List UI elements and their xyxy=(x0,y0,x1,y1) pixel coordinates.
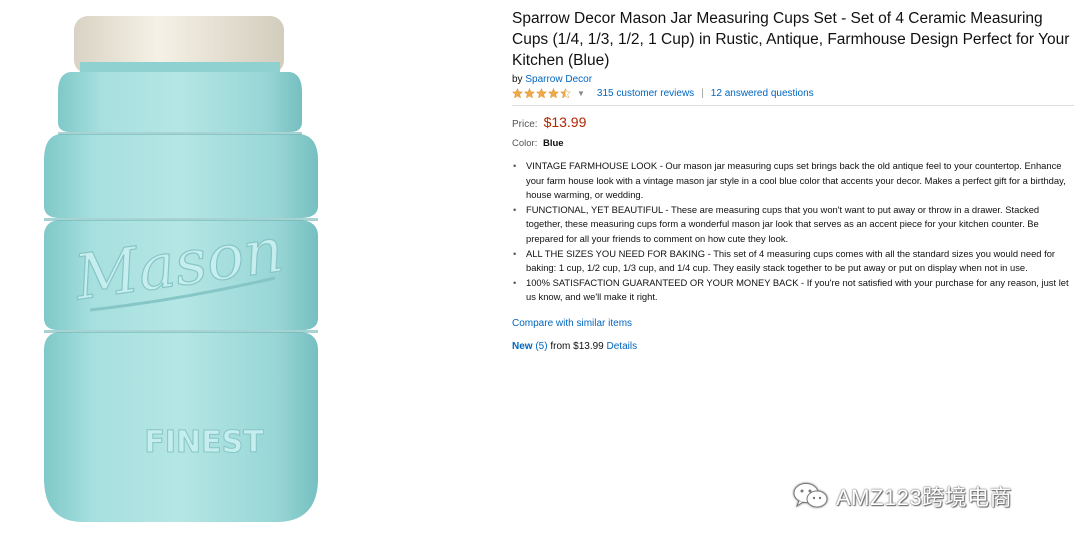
star-full-icon xyxy=(548,88,559,99)
product-details: Sparrow Decor Mason Jar Measuring Cups S… xyxy=(512,8,1074,352)
star-half-icon xyxy=(560,88,571,99)
price-row: Price: $13.99 xyxy=(512,114,1072,130)
new-offers-row: New (5) from $13.99 Details xyxy=(512,341,1072,352)
watermark-text: AMZ123跨境电商 xyxy=(836,485,1013,510)
customer-reviews-link[interactable]: 315 customer reviews xyxy=(597,88,694,99)
feature-bullets: • VINTAGE FARMHOUSE LOOK - Our mason jar … xyxy=(512,159,1072,305)
new-offers-link[interactable]: New xyxy=(512,341,533,352)
byline: by Sparrow Decor xyxy=(512,74,1072,85)
answered-questions-link[interactable]: 12 answered questions xyxy=(711,88,814,99)
star-rating[interactable] xyxy=(512,88,571,99)
watermark: AMZ123跨境电商 xyxy=(792,480,1012,512)
compare-row: Compare with similar items xyxy=(512,318,1072,329)
mason-jar-illustration: Mason FINEST xyxy=(44,16,318,522)
feature-bullet: • VINTAGE FARMHOUSE LOOK - Our mason jar … xyxy=(513,160,1066,201)
star-full-icon xyxy=(524,88,535,99)
color-row: Color: Blue xyxy=(512,138,1072,149)
new-offers-from: from $13.99 xyxy=(550,340,604,352)
compare-similar-link[interactable]: Compare with similar items xyxy=(512,318,632,329)
feature-bullet: • FUNCTIONAL, YET BEAUTIFUL - These are m… xyxy=(513,203,1040,244)
price-value: $13.99 xyxy=(543,114,587,130)
chevron-down-icon[interactable]: ▼ xyxy=(577,89,585,98)
wechat-icon xyxy=(793,483,828,508)
feature-bullet: • ALL THE SIZES YOU NEED FOR BAKING - Thi… xyxy=(513,247,1056,274)
star-full-icon xyxy=(512,88,523,99)
separator: | xyxy=(701,88,704,99)
rating-row: ▼ 315 customer reviews | 12 answered que… xyxy=(512,88,1072,99)
by-label: by xyxy=(512,74,523,85)
divider xyxy=(512,105,1074,106)
details-link[interactable]: Details xyxy=(607,341,638,352)
star-full-icon xyxy=(536,88,547,99)
embossed-finest-text: FINEST xyxy=(144,425,264,460)
brand-link[interactable]: Sparrow Decor xyxy=(525,74,592,85)
product-title: Sparrow Decor Mason Jar Measuring Cups S… xyxy=(512,10,1070,69)
color-value: Blue xyxy=(542,138,564,149)
product-image[interactable]: Mason FINEST xyxy=(0,0,360,540)
new-offers-count[interactable]: (5) xyxy=(535,341,547,352)
feature-bullet: • 100% SATISFACTION GUARANTEED OR YOUR MO… xyxy=(513,276,1069,303)
price-label: Price: xyxy=(512,119,538,130)
color-label: Color: xyxy=(512,138,538,149)
